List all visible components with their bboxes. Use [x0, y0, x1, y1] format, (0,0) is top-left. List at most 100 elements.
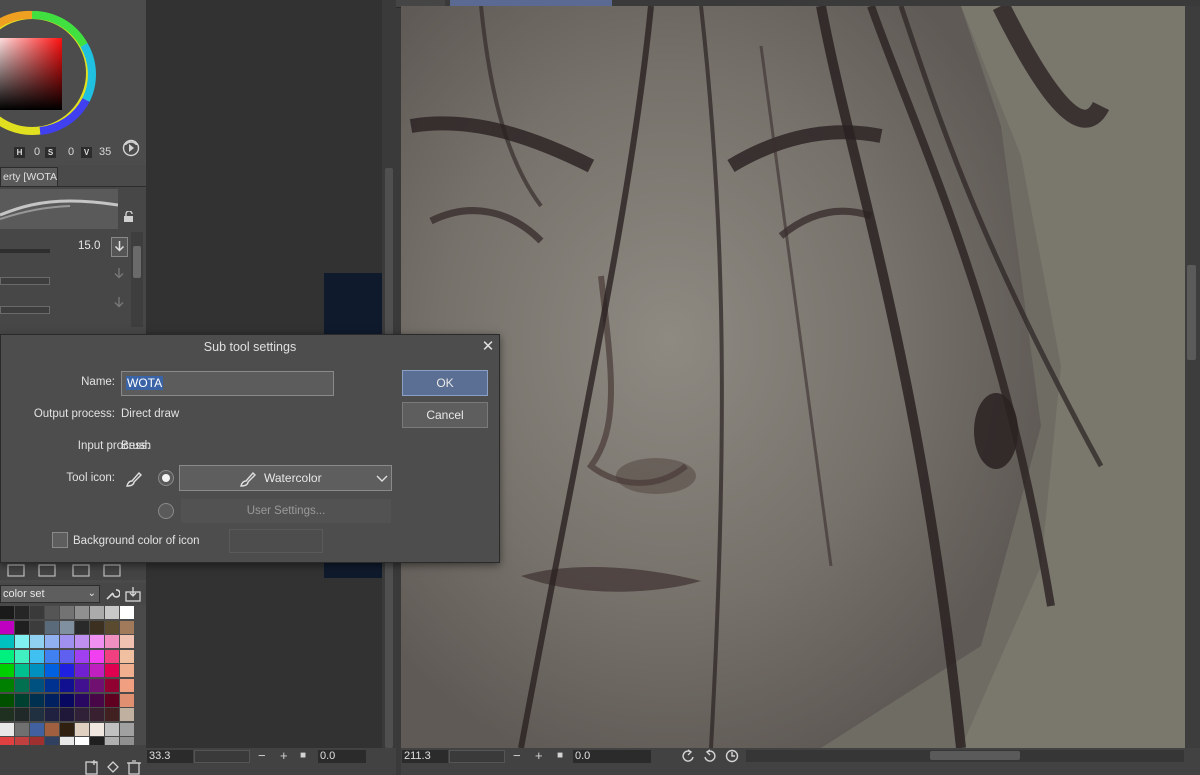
- color-swatch[interactable]: [75, 722, 89, 736]
- canvas-reset-zoom-button[interactable]: ■: [557, 750, 563, 761]
- color-swatch[interactable]: [120, 606, 134, 619]
- download-arrow-icon[interactable]: [112, 295, 126, 311]
- color-swatch[interactable]: [120, 664, 134, 678]
- color-swatch[interactable]: [105, 606, 119, 619]
- color-swatch[interactable]: [30, 678, 44, 692]
- fill-bucket-icon[interactable]: [105, 759, 121, 775]
- color-swatch[interactable]: [0, 649, 14, 663]
- color-swatch[interactable]: [105, 722, 119, 736]
- navigator-angle-value[interactable]: 0.0: [318, 750, 366, 763]
- new-color-set-icon[interactable]: [84, 759, 100, 775]
- navigator-zoom-slider[interactable]: [194, 750, 250, 763]
- canvas-zoom-slider[interactable]: [449, 750, 505, 763]
- close-icon[interactable]: ✕: [479, 338, 497, 356]
- color-swatch[interactable]: [15, 635, 29, 649]
- import-icon[interactable]: [125, 586, 141, 602]
- color-swatch[interactable]: [75, 635, 89, 649]
- color-swatch[interactable]: [15, 649, 29, 663]
- canvas-zoom-value[interactable]: 211.3: [402, 750, 448, 763]
- color-swatch[interactable]: [90, 722, 104, 736]
- color-swatch[interactable]: [75, 649, 89, 663]
- color-swatch[interactable]: [105, 635, 119, 649]
- color-swatch[interactable]: [30, 693, 44, 707]
- color-swatch[interactable]: [120, 693, 134, 707]
- background-color-swatch[interactable]: [229, 529, 323, 553]
- lock-icon[interactable]: [123, 211, 135, 223]
- color-swatch[interactable]: [90, 693, 104, 707]
- color-swatch[interactable]: [105, 708, 119, 722]
- color-swatch[interactable]: [60, 664, 74, 678]
- color-swatch[interactable]: [0, 722, 14, 736]
- color-swatch[interactable]: [60, 722, 74, 736]
- color-swatch[interactable]: [120, 678, 134, 692]
- color-swatch[interactable]: [120, 649, 134, 663]
- color-swatch[interactable]: [0, 620, 14, 634]
- color-swatch[interactable]: [60, 606, 74, 619]
- color-swatch[interactable]: [75, 606, 89, 619]
- color-swatch[interactable]: [15, 620, 29, 634]
- reset-zoom-button[interactable]: ■: [300, 750, 306, 761]
- color-swatch[interactable]: [120, 722, 134, 736]
- color-swatch[interactable]: [60, 678, 74, 692]
- color-swatch[interactable]: [30, 606, 44, 619]
- canvas-angle-value[interactable]: 0.0: [573, 750, 651, 763]
- color-swatch[interactable]: [105, 678, 119, 692]
- color-swatch[interactable]: [45, 708, 59, 722]
- color-swatch[interactable]: [15, 693, 29, 707]
- color-swatch[interactable]: [120, 635, 134, 649]
- color-swatch[interactable]: [60, 635, 74, 649]
- color-swatch[interactable]: [30, 620, 44, 634]
- canvas-vertical-scroll-thumb[interactable]: [1187, 265, 1196, 360]
- color-swatch[interactable]: [0, 678, 14, 692]
- color-swatch[interactable]: [30, 649, 44, 663]
- color-swatch[interactable]: [15, 722, 29, 736]
- color-swatch[interactable]: [90, 649, 104, 663]
- color-swatch[interactable]: [105, 620, 119, 634]
- color-swatch[interactable]: [90, 606, 104, 619]
- color-swatch[interactable]: [45, 678, 59, 692]
- color-swatch[interactable]: [30, 708, 44, 722]
- play-circle-icon[interactable]: [122, 139, 140, 157]
- color-swatch[interactable]: [45, 693, 59, 707]
- canvas-horizontal-scroll-thumb[interactable]: [930, 751, 1020, 760]
- background-color-checkbox[interactable]: [52, 532, 68, 548]
- color-swatch[interactable]: [105, 664, 119, 678]
- zoom-in-button[interactable]: +: [280, 748, 288, 763]
- color-swatch[interactable]: [45, 649, 59, 663]
- color-swatch[interactable]: [90, 678, 104, 692]
- color-swatch[interactable]: [15, 708, 29, 722]
- user-settings-radio[interactable]: [158, 503, 174, 519]
- color-swatch[interactable]: [0, 606, 14, 619]
- color-swatch[interactable]: [0, 708, 14, 722]
- reset-rotation-icon[interactable]: [725, 749, 739, 763]
- navigator-zoom-value[interactable]: 33.3: [147, 750, 193, 763]
- tab-tool-property[interactable]: erty [WOTA]: [0, 167, 58, 186]
- color-swatch[interactable]: [30, 635, 44, 649]
- name-input[interactable]: WOTA: [121, 371, 334, 396]
- tool-property-scrollbar[interactable]: [131, 232, 143, 327]
- brush-size-slider[interactable]: [0, 249, 50, 253]
- color-swatch[interactable]: [30, 664, 44, 678]
- ok-button[interactable]: OK: [402, 370, 488, 396]
- color-swatch[interactable]: [90, 635, 104, 649]
- color-swatch[interactable]: [45, 722, 59, 736]
- color-swatch[interactable]: [15, 606, 29, 619]
- default-icon-radio[interactable]: [158, 470, 174, 486]
- color-swatch[interactable]: [120, 708, 134, 722]
- color-swatch[interactable]: [120, 620, 134, 634]
- color-swatch[interactable]: [90, 664, 104, 678]
- cancel-button[interactable]: Cancel: [402, 402, 488, 428]
- color-swatch[interactable]: [60, 649, 74, 663]
- color-swatch[interactable]: [90, 620, 104, 634]
- color-swatch[interactable]: [45, 620, 59, 634]
- color-swatch[interactable]: [15, 664, 29, 678]
- color-swatch[interactable]: [30, 722, 44, 736]
- color-swatch[interactable]: [75, 678, 89, 692]
- canvas-zoom-out-button[interactable]: −: [513, 748, 521, 763]
- canvas-vertical-scrollbar[interactable]: [1185, 6, 1200, 748]
- color-swatch[interactable]: [45, 606, 59, 619]
- color-swatch[interactable]: [60, 708, 74, 722]
- trash-icon[interactable]: [126, 759, 142, 775]
- color-swatch[interactable]: [15, 678, 29, 692]
- color-swatch[interactable]: [45, 635, 59, 649]
